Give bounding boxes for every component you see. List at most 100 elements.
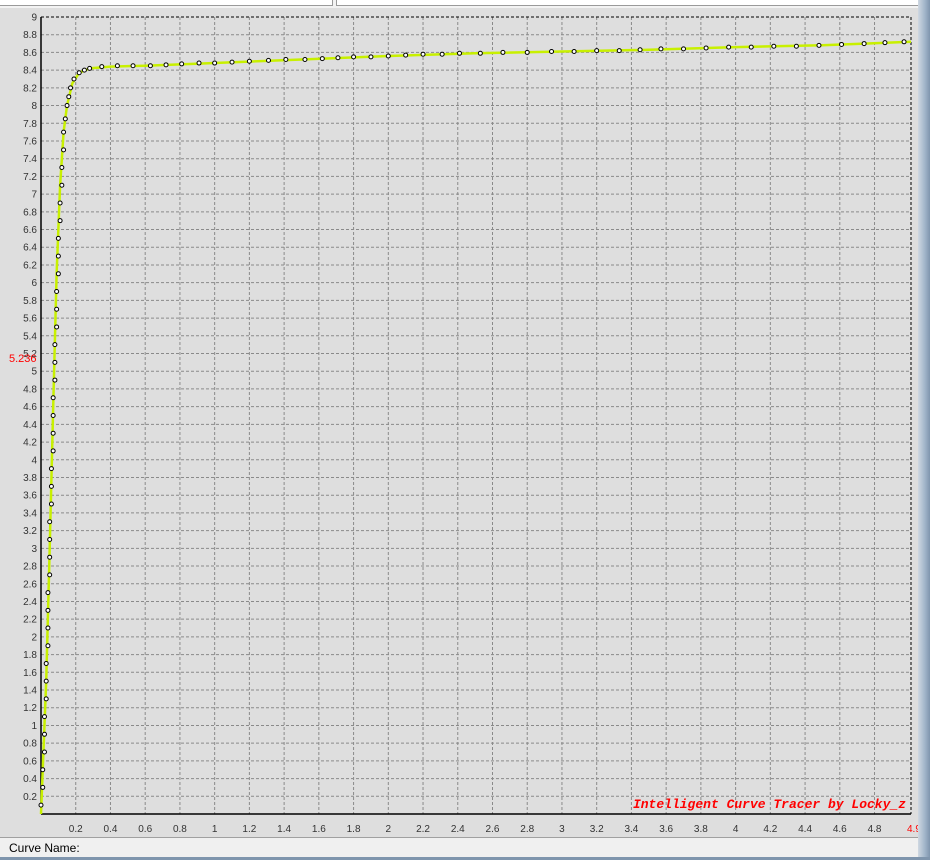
tab-right[interactable] (336, 0, 919, 6)
y-tick-label: 2.6 (23, 579, 37, 590)
curve-point[interactable] (861, 41, 867, 47)
curve-point[interactable] (748, 44, 754, 50)
curve-point[interactable] (147, 63, 153, 69)
plot-area[interactable] (0, 8, 918, 837)
curve-point[interactable] (816, 42, 822, 48)
curve-point[interactable] (43, 678, 49, 684)
curve-point[interactable] (681, 46, 687, 52)
curve-point[interactable] (265, 57, 271, 63)
curve-point[interactable] (61, 147, 67, 153)
curve-point[interactable] (385, 53, 391, 59)
curve-point[interactable] (594, 48, 600, 54)
curve-point[interactable] (114, 63, 120, 69)
curve-point[interactable] (62, 116, 68, 122)
curve-point[interactable] (41, 714, 47, 720)
curve-point[interactable] (45, 607, 51, 613)
curve-point[interactable] (45, 590, 51, 596)
curve-point[interactable] (59, 182, 65, 188)
curve-point[interactable] (47, 519, 53, 525)
curve-point[interactable] (524, 49, 530, 55)
curve-point[interactable] (43, 660, 49, 666)
curve-point[interactable] (52, 377, 58, 383)
curve-point[interactable] (246, 58, 252, 64)
curve-point[interactable] (55, 253, 61, 259)
curve-point[interactable] (41, 731, 47, 737)
curve-point[interactable] (439, 51, 445, 57)
tab-left[interactable] (0, 0, 333, 6)
curve-point[interactable] (658, 46, 664, 52)
curve-point[interactable] (48, 466, 54, 472)
curve-point[interactable] (57, 218, 63, 224)
curve-point[interactable] (335, 55, 341, 61)
curve-point[interactable] (81, 67, 87, 73)
curve-point[interactable] (59, 165, 65, 171)
curve-point[interactable] (179, 61, 185, 67)
y-tick-label: 1.6 (23, 668, 37, 679)
curve-point[interactable] (637, 47, 643, 53)
curve-point[interactable] (351, 54, 357, 60)
curve-point[interactable] (703, 45, 709, 51)
curve-point[interactable] (40, 784, 46, 790)
curve-point[interactable] (66, 94, 72, 100)
y-tick-label: 8.6 (23, 48, 37, 59)
curve-point[interactable] (403, 52, 409, 58)
curve-point[interactable] (55, 271, 61, 277)
curve-point[interactable] (477, 50, 483, 56)
curve-point[interactable] (87, 65, 93, 71)
curve-point[interactable] (50, 430, 56, 436)
curve-chart[interactable]: 0.2 0.4 0.6 0.8 1 1.2 1.4 1.6 1.8 2 2.2 2.4 2.6 2.8 3 3… (0, 8, 918, 837)
curve-point[interactable] (500, 49, 506, 55)
curve-point[interactable] (549, 49, 555, 55)
curve-point[interactable] (47, 536, 53, 542)
curve-point[interactable] (616, 48, 622, 54)
curve-point[interactable] (61, 129, 67, 135)
curve-point[interactable] (571, 49, 577, 55)
curve-point[interactable] (882, 40, 888, 46)
curve-point[interactable] (43, 696, 49, 702)
curve-point[interactable] (41, 749, 47, 755)
curve-point[interactable] (64, 103, 70, 109)
curve-point[interactable] (71, 76, 77, 82)
curve-point[interactable] (368, 54, 374, 60)
curve-point[interactable] (901, 39, 907, 45)
curve-point[interactable] (50, 413, 56, 418)
curve-point[interactable] (457, 50, 463, 56)
curve-point[interactable] (45, 625, 51, 631)
curve-point[interactable] (839, 41, 845, 47)
curve-point[interactable] (47, 554, 53, 560)
curve-point[interactable] (726, 44, 732, 50)
y-tick-label: 1.8 (23, 650, 37, 661)
curve-point[interactable] (302, 57, 308, 63)
x-tick-label: 1.8 (347, 824, 361, 835)
curve-point[interactable] (68, 85, 74, 91)
curve-point[interactable] (163, 62, 169, 68)
curve-point[interactable] (38, 802, 44, 808)
curve-point[interactable] (130, 63, 136, 69)
curve-point[interactable] (229, 59, 235, 65)
curve-point[interactable] (196, 60, 202, 66)
curve-point[interactable] (212, 60, 218, 66)
curve-point[interactable] (99, 64, 105, 70)
curve-point[interactable] (76, 70, 82, 76)
curve-point[interactable] (420, 51, 426, 57)
curve-point[interactable] (55, 235, 61, 241)
curve-point[interactable] (45, 643, 51, 649)
curve-point[interactable] (319, 56, 325, 62)
curve-point[interactable] (793, 43, 799, 49)
curve-point[interactable] (771, 43, 777, 49)
curve-point[interactable] (52, 342, 58, 348)
curve-point[interactable] (54, 306, 60, 312)
curve-point[interactable] (48, 483, 54, 489)
curve-point[interactable] (50, 448, 56, 454)
curve-point[interactable] (40, 767, 46, 773)
curve-point[interactable] (283, 57, 289, 63)
y-tick-label: 8.8 (23, 30, 37, 41)
y-tick-label: 1 (31, 721, 37, 732)
curve-point[interactable] (54, 289, 60, 295)
curve-point[interactable] (47, 572, 53, 578)
curve-point[interactable] (54, 324, 60, 330)
curve-point[interactable] (52, 359, 58, 365)
curve-point[interactable] (57, 200, 63, 206)
curve-point[interactable] (48, 501, 54, 507)
curve-point[interactable] (50, 395, 56, 401)
